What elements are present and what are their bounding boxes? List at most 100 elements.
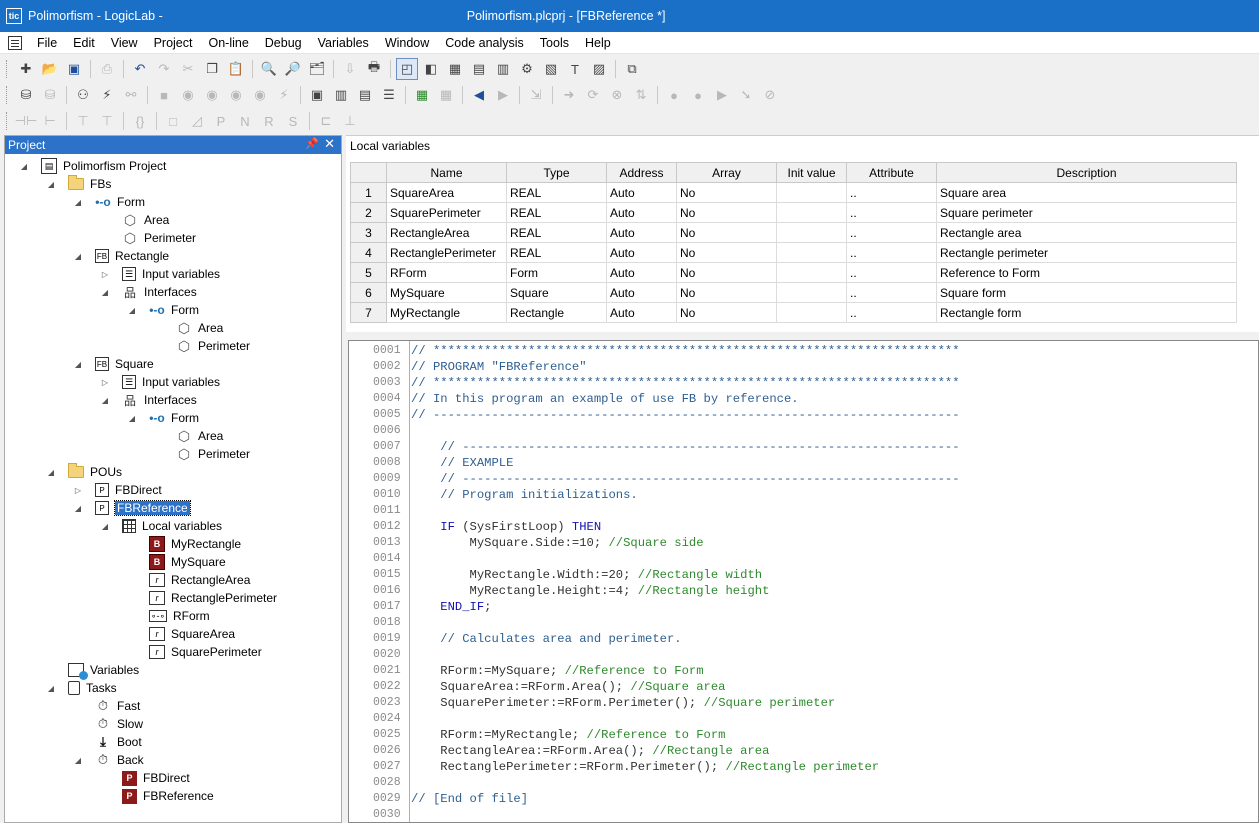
toolbar-grip[interactable] [6, 86, 10, 104]
cut-icon[interactable]: ✂ [177, 58, 199, 80]
toolbar-grip[interactable] [6, 112, 10, 130]
cell-description[interactable]: Square form [936, 282, 1237, 303]
tree-item-squarearea[interactable]: r SquareArea [149, 625, 235, 643]
cell-name[interactable]: SquareArea [386, 182, 507, 203]
branch-icon[interactable]: ⊏ [315, 110, 337, 132]
block-icon[interactable]: □ [162, 110, 184, 132]
collapse-toggle-icon[interactable]: ◢ [73, 499, 83, 517]
cell-description[interactable]: Rectangle form [936, 302, 1237, 323]
find-in-project-icon[interactable]: 🗂 [306, 58, 328, 80]
cell-init[interactable] [776, 222, 847, 243]
cell-array[interactable]: No [676, 262, 777, 283]
tree-item-interfaces[interactable]: ◢ 品 Interfaces [102, 391, 197, 409]
disconnect-icon[interactable]: ⚯ [120, 84, 142, 106]
collapse-toggle-icon[interactable]: ◢ [100, 391, 110, 409]
ld-close-icon[interactable]: ⊤ [96, 110, 118, 132]
tree-item-rform[interactable]: ∘-∘ RForm [149, 607, 210, 625]
cell-array[interactable]: No [676, 202, 777, 223]
table-add-icon[interactable]: ▦ [411, 84, 433, 106]
menu-debug[interactable]: Debug [258, 36, 311, 50]
plug-icon[interactable]: ⚡ [96, 84, 118, 106]
menu-window[interactable]: Window [378, 36, 438, 50]
table-row[interactable]: 7 MyRectangle Rectangle Auto No.. Rectangle f… [350, 302, 1237, 323]
cell-description[interactable]: Square perimeter [936, 202, 1237, 223]
tree-item-form[interactable]: ◢ •-o Form [129, 301, 199, 319]
table-row[interactable]: 4 RectanglePerimeter REAL Auto No.. Rectangle… [350, 242, 1237, 263]
tree-item-area[interactable]: ⬡ Area [176, 319, 223, 337]
halt-icon[interactable]: ◉ [225, 84, 247, 106]
p-block-icon[interactable]: P [210, 110, 232, 132]
step-out-icon[interactable]: ⇅ [630, 84, 652, 106]
tree-item-variables[interactable]: Variables [68, 661, 139, 680]
column-header-name[interactable]: Name [386, 162, 507, 183]
row-number[interactable]: 2 [350, 202, 387, 223]
jump-icon[interactable]: ⊥ [339, 110, 361, 132]
text-icon[interactable]: T [564, 58, 586, 80]
table-row[interactable]: 2 SquarePerimeter REAL Auto No.. Square perim… [350, 202, 1237, 223]
copy-icon[interactable]: ❐ [201, 58, 223, 80]
monitor-icon[interactable]: ▣ [306, 84, 328, 106]
tree-item-back[interactable]: ◢ ⏱ Back [75, 751, 144, 769]
goto-icon[interactable]: ⇲ [525, 84, 547, 106]
redo-icon[interactable]: ↷ [153, 58, 175, 80]
collapse-toggle-icon[interactable]: ◢ [73, 355, 83, 373]
step-over-icon[interactable]: ⊗ [606, 84, 628, 106]
tree-item-form[interactable]: ◢ •-o Form [129, 409, 199, 427]
import-icon[interactable]: ⇩ [339, 58, 361, 80]
cell-attribute[interactable]: .. [846, 262, 937, 283]
menu-view[interactable]: View [104, 36, 147, 50]
menu-variables[interactable]: Variables [311, 36, 378, 50]
cell-type[interactable]: Square [506, 282, 607, 303]
tree-item-perimeter[interactable]: ⬡ Perimeter [176, 445, 250, 463]
row-number[interactable]: 6 [350, 282, 387, 303]
menu-file[interactable]: File [30, 36, 66, 50]
tree-item-area[interactable]: ⬡ Area [122, 211, 169, 229]
tree-item-fbs[interactable]: ◢ FBs [48, 175, 111, 193]
menu-edit[interactable]: Edit [66, 36, 104, 50]
collapse-toggle-icon[interactable]: ◢ [127, 301, 137, 319]
output-icon[interactable]: ▥ [492, 58, 514, 80]
cell-address[interactable]: Auto [606, 222, 677, 243]
cell-name[interactable]: MySquare [386, 282, 507, 303]
record-icon[interactable]: ● [687, 84, 709, 106]
cell-name[interactable]: RectanglePerimeter [386, 242, 507, 263]
forward-icon[interactable]: ▶ [492, 84, 514, 106]
cell-address[interactable]: Auto [606, 282, 677, 303]
cell-description[interactable]: Reference to Form [936, 262, 1237, 283]
tree-item-form[interactable]: ◢ •-o Form [75, 193, 145, 211]
collapse-toggle-icon[interactable]: ◢ [100, 283, 110, 301]
cell-attribute[interactable]: .. [846, 182, 937, 203]
list-icon[interactable]: ☰ [378, 84, 400, 106]
cell-name[interactable]: RForm [386, 262, 507, 283]
cell-array[interactable]: No [676, 242, 777, 263]
row-number[interactable]: 3 [350, 222, 387, 243]
cell-type[interactable]: Form [506, 262, 607, 283]
cell-address[interactable]: Auto [606, 242, 677, 263]
menu-tools[interactable]: Tools [533, 36, 578, 50]
table-row[interactable]: 3 RectangleArea REAL Auto No.. Rectangle area [350, 222, 1237, 243]
collapse-toggle-icon[interactable]: ◢ [73, 193, 83, 211]
cell-init[interactable] [776, 282, 847, 303]
table-icon[interactable]: ▦ [435, 84, 457, 106]
cell-attribute[interactable]: .. [846, 202, 937, 223]
cell-attribute[interactable]: .. [846, 302, 937, 323]
tree-item-fbreference[interactable]: ◢ P FBReference [75, 499, 191, 517]
collapse-toggle-icon[interactable]: ◢ [127, 409, 137, 427]
cell-address[interactable]: Auto [606, 262, 677, 283]
cell-type[interactable]: REAL [506, 202, 607, 223]
compile-icon[interactable]: ⛁ [15, 84, 37, 106]
collapse-toggle-icon[interactable]: ◢ [46, 463, 56, 481]
tree-item-squareperimeter[interactable]: r SquarePerimeter [149, 643, 262, 661]
tree-item-rectanglearea[interactable]: r RectangleArea [149, 571, 250, 589]
cell-array[interactable]: No [676, 302, 777, 323]
column-header-init-value[interactable]: Init value [776, 162, 847, 183]
table-row[interactable]: 6 MySquare Square Auto No.. Square form [350, 282, 1237, 303]
tree-item-square[interactable]: ◢ FB Square [75, 355, 154, 373]
code-editor[interactable]: 0001 // *********************************… [348, 340, 1259, 823]
compile-all-icon[interactable]: ⛁ [39, 84, 61, 106]
collapse-toggle-icon[interactable]: ◢ [73, 751, 83, 769]
download-icon[interactable]: ◉ [177, 84, 199, 106]
new-project-icon[interactable]: ✚ [15, 58, 37, 80]
undo-icon[interactable]: ↶ [129, 58, 151, 80]
column-header-description[interactable]: Description [936, 162, 1237, 183]
